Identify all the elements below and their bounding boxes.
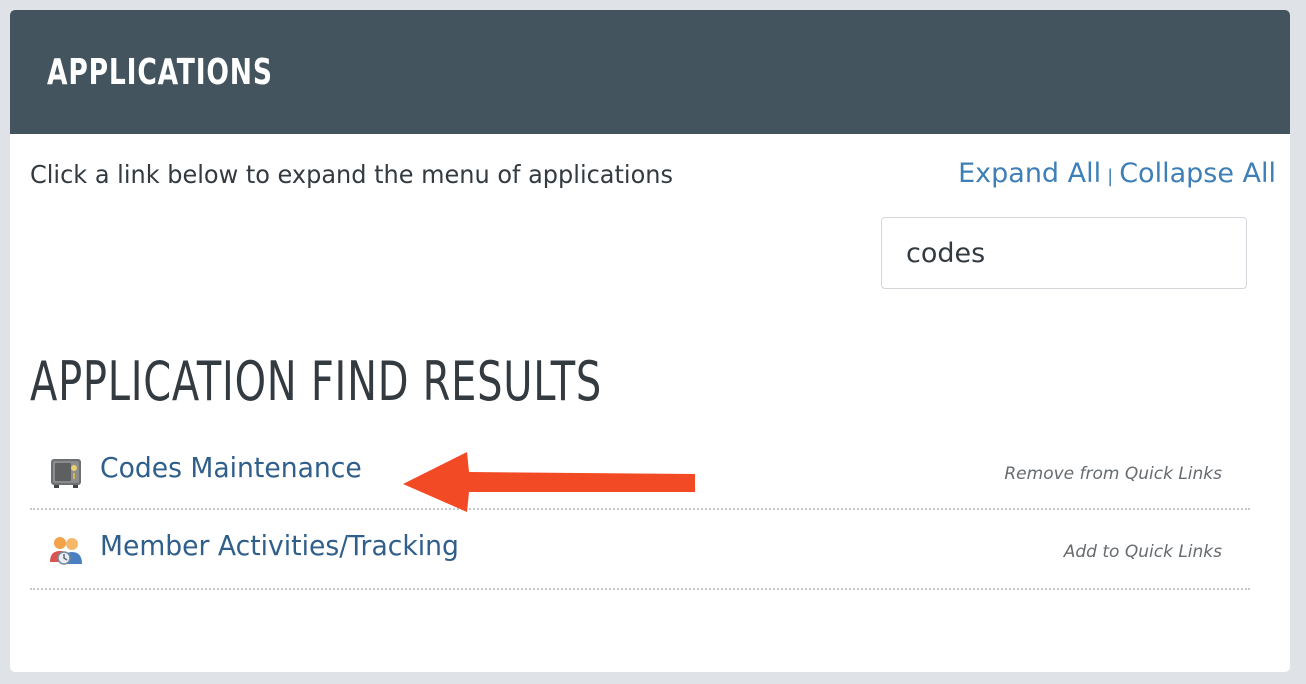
remove-quick-link[interactable]: Remove from Quick Links [1004, 464, 1222, 484]
safe-icon [48, 454, 84, 490]
search-input[interactable] [881, 217, 1247, 289]
instructions-text: Click a link below to expand the menu of… [30, 160, 673, 189]
panel-header: APPLICATIONS [10, 10, 1290, 134]
annotation-arrow-icon [403, 452, 695, 512]
members-icon [48, 532, 84, 568]
expand-collapse-controls: Expand All | Collapse All [958, 158, 1276, 189]
panel-title: APPLICATIONS [47, 51, 273, 93]
collapse-all-link[interactable]: Collapse All [1119, 158, 1276, 189]
results-title: APPLICATION FIND RESULTS [30, 350, 603, 413]
member-activities-link[interactable]: Member Activities/Tracking [100, 529, 459, 562]
add-quick-link[interactable]: Add to Quick Links [1064, 542, 1222, 562]
expand-all-link[interactable]: Expand All [958, 158, 1101, 189]
result-row-member-activities: Member Activities/Tracking Add to Quick … [30, 510, 1250, 590]
link-separator: | [1107, 166, 1114, 187]
codes-maintenance-link[interactable]: Codes Maintenance [100, 451, 362, 484]
